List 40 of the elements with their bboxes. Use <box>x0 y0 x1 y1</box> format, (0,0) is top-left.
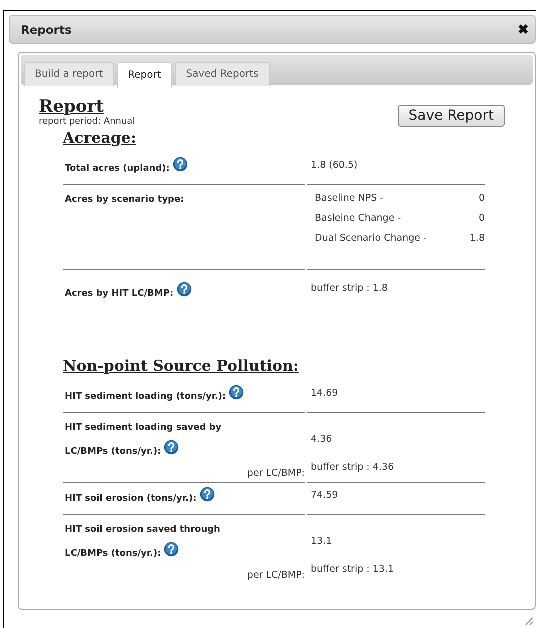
field-label: HIT sediment loading (tons/yr.): <box>65 385 305 409</box>
field-value: buffer strip : 1.8 <box>311 282 389 296</box>
close-button[interactable]: ✖ <box>518 22 529 37</box>
scenario-name: Baseline NPS - <box>315 192 384 206</box>
save-report-button[interactable]: Save Report <box>398 105 505 127</box>
report-title: Report <box>39 97 105 117</box>
window-title: Reports <box>21 22 72 36</box>
help-icon[interactable] <box>164 542 180 557</box>
resize-grip-icon[interactable] <box>524 616 534 626</box>
field-value: 1.8 (60.5) <box>311 159 359 173</box>
scenario-value: 1.8 <box>470 232 485 246</box>
scenario-name: Dual Scenario Change - <box>315 232 427 246</box>
help-icon[interactable] <box>200 487 215 502</box>
per-value: buffer strip : 4.36 <box>311 462 396 475</box>
per-value: buffer strip : 13.1 <box>311 564 396 577</box>
scenario-value: 0 <box>478 212 485 226</box>
scenario-name: Basleine Change - <box>315 212 402 226</box>
per-label: per LC/BMP: <box>247 570 305 581</box>
field-label: Total acres (upland): <box>65 157 305 181</box>
field-value: 13.1 <box>311 535 334 549</box>
tab[interactable]: Saved Reports <box>175 62 270 86</box>
help-icon[interactable] <box>164 440 180 455</box>
tab[interactable]: Build a report <box>24 62 114 86</box>
field-label: HIT soil erosion (tons/yr.): <box>65 487 305 511</box>
field-value: 14.69 <box>311 387 340 401</box>
field-label: Acres by HIT LC/BMP: <box>65 282 305 306</box>
field-value: 74.59 <box>311 489 340 503</box>
scenario-value: 0 <box>478 192 485 206</box>
field-value: 4.36 <box>311 433 334 447</box>
tab[interactable]: Report <box>117 62 172 88</box>
field-label: HIT sediment loading saved by LC/BMPs (tons/yr.): <box>65 422 223 459</box>
help-icon[interactable] <box>229 385 244 400</box>
help-icon[interactable] <box>172 157 188 172</box>
section-heading: Non-point Source Pollution: <box>63 357 300 375</box>
field-label: HIT soil erosion saved through LC/BMPs (tons/yr.): <box>65 524 222 561</box>
per-label: per LC/BMP: <box>247 468 305 479</box>
section-heading: Acreage: <box>63 129 138 147</box>
help-icon[interactable] <box>176 282 192 297</box>
report-period: report period: Annual <box>39 117 136 127</box>
field-label: Acres by scenario type: <box>65 194 186 207</box>
